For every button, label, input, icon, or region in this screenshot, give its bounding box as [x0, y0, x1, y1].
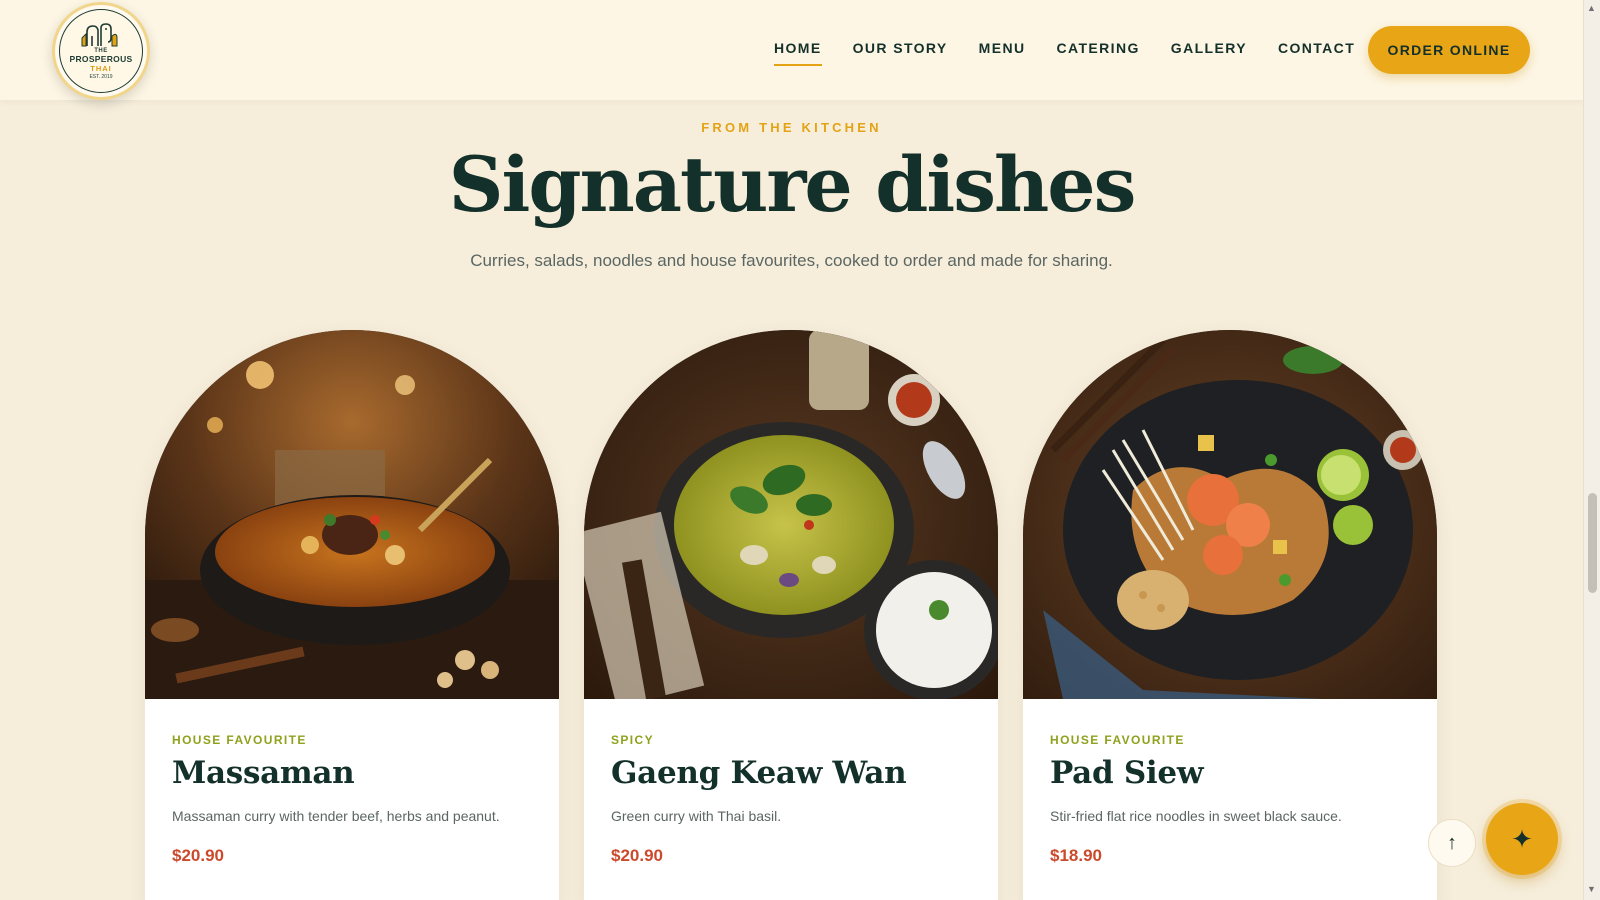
site-header: THE PROSPEROUS THAI EST. 2019 HOME OUR S…: [0, 0, 1583, 100]
restaurant-logo[interactable]: THE PROSPEROUS THAI EST. 2019: [52, 2, 150, 100]
dish-name: Gaeng Keaw Wan: [611, 755, 907, 791]
logo-text-prosperous: PROSPEROUS: [69, 54, 133, 64]
green-curry-photo: [584, 330, 998, 699]
nav-link-gallery[interactable]: GALLERY: [1171, 40, 1247, 60]
scroll-down-arrow-icon[interactable]: ▼: [1587, 884, 1596, 894]
main-nav: HOME OUR STORY MENU CATERING GALLERY CON…: [774, 40, 1386, 66]
pad-siew-photo: [1023, 330, 1437, 699]
dish-price: $18.90: [1050, 846, 1102, 865]
nav-link-catering[interactable]: CATERING: [1057, 40, 1140, 60]
nav-link-menu[interactable]: MENU: [979, 40, 1026, 60]
dish-description: Stir-fried flat rice noodles in sweet bl…: [1050, 808, 1342, 824]
dish-description: Massaman curry with tender beef, herbs a…: [172, 808, 500, 824]
scrollbar-thumb[interactable]: [1588, 493, 1597, 593]
logo-text-est: EST. 2019: [89, 74, 113, 80]
logo-text-thai: THAI: [90, 64, 112, 73]
order-online-button[interactable]: ORDER ONLINE: [1368, 26, 1530, 74]
dish-card-pad-siew[interactable]: HOUSE FAVOURITE Pad Siew Stir-fried flat…: [1023, 330, 1437, 900]
dish-card-massaman[interactable]: HOUSE FAVOURITE Massaman Massaman curry …: [145, 330, 559, 900]
dish-price: $20.90: [172, 846, 224, 865]
nav-link-our-story[interactable]: OUR STORY: [853, 40, 948, 60]
nav-link-contact[interactable]: CONTACT: [1278, 40, 1355, 60]
assistant-button[interactable]: ✦: [1486, 803, 1558, 875]
dish-price: $20.90: [611, 846, 663, 865]
dish-name: Pad Siew: [1050, 755, 1204, 791]
back-to-top-button[interactable]: ↑: [1428, 819, 1476, 867]
dish-tag: HOUSE FAVOURITE: [1050, 733, 1185, 747]
section-eyebrow: FROM THE KITCHEN: [701, 120, 882, 135]
dish-description: Green curry with Thai basil.: [611, 808, 782, 824]
arrow-up-icon: ↑: [1447, 831, 1457, 854]
sparkle-icon: ✦: [1511, 823, 1533, 854]
dish-name: Massaman: [172, 755, 355, 791]
massaman-curry-photo: [145, 330, 559, 699]
logo-badge: THE PROSPEROUS THAI EST. 2019: [59, 9, 143, 93]
dish-card-gaeng-keaw-wan[interactable]: SPICY Gaeng Keaw Wan Green curry with Th…: [584, 330, 998, 900]
dish-tag: HOUSE FAVOURITE: [172, 733, 307, 747]
nav-link-home[interactable]: HOME: [774, 40, 822, 66]
scroll-up-arrow-icon[interactable]: ▲: [1587, 3, 1596, 13]
section-title: Signature dishes: [448, 140, 1137, 229]
dish-tag: SPICY: [611, 733, 655, 747]
section-subtitle: Curries, salads, noodles and house favou…: [470, 251, 1113, 270]
page-scrollbar[interactable]: ▲ ▼: [1583, 0, 1600, 900]
elephant-icon: [81, 23, 118, 47]
